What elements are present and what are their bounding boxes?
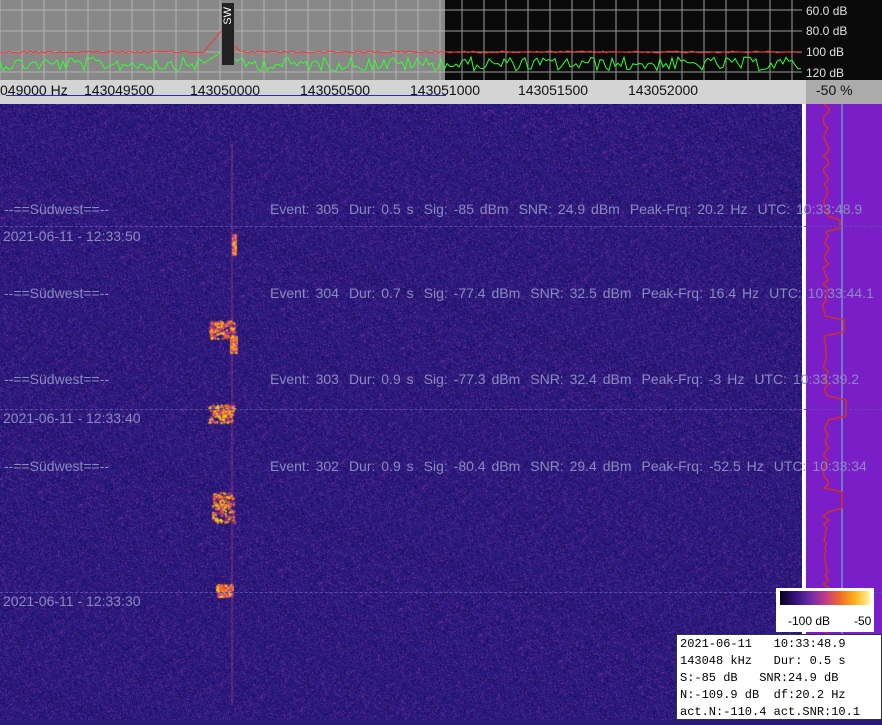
- event-signal: Sig: -77.4 dBm: [423, 285, 521, 301]
- freq-tick-label: 143052000: [628, 82, 699, 98]
- timestamp-label: 2021-06-11 - 12:33:40: [3, 410, 141, 426]
- db-label-60: 60.0 dB: [806, 4, 848, 18]
- info-line: S:-85 dB SNR:24.9 dB: [680, 671, 839, 685]
- station-label: --==Südwest==--: [4, 285, 110, 301]
- timestamp-label: 2021-06-11 - 12:33:30: [3, 593, 141, 609]
- event-snr: SNR: 32.5 dBm: [530, 285, 632, 301]
- info-line: 2021-06-11 10:33:48.9: [680, 637, 846, 651]
- event-signal: Sig: -85 dBm: [423, 201, 509, 217]
- event-number: Event: 305: [270, 201, 339, 217]
- info-line: act.N:-110.4 act.SNR:10.1: [680, 705, 861, 719]
- frequency-marker[interactable]: SW: [221, 2, 235, 66]
- event-info-box: 2021-06-11 10:33:48.9 143048 kHz Dur: 0.5…: [676, 634, 882, 720]
- event-utc: UTC: 10:33:39.2: [754, 371, 860, 387]
- event-utc: UTC: 10:33:48.9: [757, 201, 863, 217]
- freq-tick-label: 143049500: [84, 82, 155, 98]
- event-annotation: Event: 305 Dur: 0.5 s Sig: -85 dBm SNR: 24.…: [270, 201, 872, 217]
- event-annotation: Event: 304 Dur: 0.7 s Sig: -77.4 dBm SNR: 3…: [270, 285, 882, 301]
- event-peak-freq: Peak-Frq: 16.4 Hz: [641, 285, 760, 301]
- legend-min-label: -100 dB: [788, 614, 831, 628]
- event-snr: SNR: 24.9 dBm: [518, 201, 620, 217]
- level-percent-box[interactable]: -50 %: [806, 80, 882, 104]
- event-annotation: Event: 302 Dur: 0.9 s Sig: -80.4 dBm SNR: 2…: [270, 458, 877, 474]
- event-number: Event: 303: [270, 371, 339, 387]
- event-peak-freq: Peak-Frq: -52.5 Hz: [641, 458, 764, 474]
- event-peak-freq: Peak-Frq: 20.2 Hz: [629, 201, 748, 217]
- freq-tick-label: 143051500: [518, 82, 589, 98]
- freq-tick-label: 049000 Hz: [0, 82, 68, 98]
- freq-tick-label: 143050000: [190, 82, 261, 98]
- timestamp-label: 2021-06-11 - 12:33:50: [3, 228, 141, 244]
- color-gradient: [780, 591, 870, 605]
- color-scale-legend: -100 dB -50: [776, 588, 874, 632]
- event-snr: SNR: 32.4 dBm: [530, 371, 632, 387]
- freq-tick-label: 143051000: [410, 82, 481, 98]
- marker-label: SW: [222, 7, 234, 25]
- db-label-100: 100 dB: [806, 45, 845, 59]
- event-signal: Sig: -77.3 dBm: [423, 371, 521, 387]
- event-peak-freq: Peak-Frq: -3 Hz: [641, 371, 745, 387]
- info-line: 143048 kHz Dur: 0.5 s: [680, 654, 846, 668]
- event-duration: Dur: 0.9 s: [348, 371, 414, 387]
- station-label: --==Südwest==--: [4, 458, 110, 474]
- event-duration: Dur: 0.5 s: [348, 201, 414, 217]
- event-signal: Sig: -80.4 dBm: [423, 458, 521, 474]
- station-label: --==Südwest==--: [4, 371, 110, 387]
- db-label-120: 120 dB: [806, 66, 845, 80]
- event-number: Event: 302: [270, 458, 339, 474]
- frequency-scale[interactable]: 049000 Hz 143049500 143050000 143050500 …: [0, 80, 882, 104]
- event-annotation: Event: 303 Dur: 0.9 s Sig: -77.3 dBm SNR: 3…: [270, 371, 869, 387]
- event-duration: Dur: 0.7 s: [348, 285, 414, 301]
- level-percent-label: -50 %: [816, 82, 853, 98]
- db-label-80: 80.0 dB: [806, 24, 848, 38]
- legend-max-label: -50: [854, 614, 872, 628]
- freq-tick-label: 143050500: [300, 82, 371, 98]
- event-snr: SNR: 29.4 dBm: [530, 458, 632, 474]
- info-line: N:-109.9 dB df:20.2 Hz: [680, 688, 846, 702]
- station-label: --==Südwest==--: [4, 201, 110, 217]
- separator-line: [0, 226, 882, 227]
- event-utc: UTC: 10:33:34: [773, 458, 867, 474]
- event-duration: Dur: 0.9 s: [348, 458, 414, 474]
- event-number: Event: 304: [270, 285, 339, 301]
- event-utc: UTC: 10:33:44.1: [769, 285, 874, 301]
- spectrum-display[interactable]: [0, 0, 882, 80]
